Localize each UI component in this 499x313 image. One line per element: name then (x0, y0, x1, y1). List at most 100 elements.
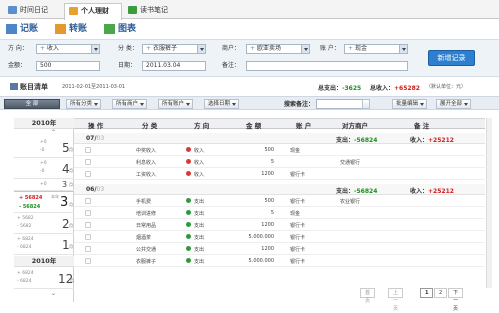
table-row[interactable]: 利息收入 收入 5 交通银行 (74, 157, 485, 168)
day-date: 07/03 (86, 135, 104, 142)
date-input[interactable]: 2011.03.04 (142, 61, 206, 71)
merchant-select[interactable]: + 欧亚卖场 (246, 44, 310, 54)
chevron-down-icon[interactable]: ⌄ (51, 290, 56, 297)
table-row[interactable]: 中奖收入 收入 500 现金 (74, 145, 485, 156)
expand-all-button[interactable]: 展开全部 (436, 99, 472, 109)
row-category: 烟酒茶 (136, 235, 152, 241)
table-row[interactable]: 烟酒茶 支出 5.000.000 银行卡 (74, 232, 485, 243)
row-category: 培训进修 (136, 211, 157, 217)
category-value: 衣服裤子 (153, 45, 178, 52)
amount-input[interactable]: 500 (36, 61, 100, 71)
day-expense-label: 支出： (336, 188, 355, 195)
month-expense: - 6824 (17, 279, 32, 284)
filter-merchant-select[interactable]: 所有商户 (112, 99, 148, 109)
month-item[interactable]: +0 -0 4 月 (14, 158, 74, 179)
row-category: 利息收入 (136, 160, 157, 166)
next-page-button[interactable]: 下一页 (448, 288, 464, 312)
day-group-header[interactable]: 06/03 支出：-56824 收入：+25212 (74, 184, 485, 195)
row-checkbox[interactable] (85, 159, 91, 165)
page-2-button[interactable]: 2 (434, 288, 448, 298)
row-category: 公共交通 (136, 247, 157, 253)
transfer-button[interactable]: 转账 (55, 23, 87, 35)
row-checkbox[interactable] (85, 246, 91, 252)
remark-input[interactable] (246, 61, 408, 71)
merchant-prefix: + (250, 45, 256, 52)
chart-button[interactable]: 图表 (104, 23, 136, 35)
header-merchant: 对方商户 (342, 122, 368, 130)
ledger-title: 账目清单 (10, 82, 48, 92)
date-value: 2011.03.04 (146, 62, 181, 69)
month-unit: 月 (69, 182, 73, 187)
table-row[interactable]: 工资收入 收入 1200 银行卡 (74, 169, 485, 180)
record-label: 记账 (20, 24, 39, 34)
row-checkbox[interactable] (85, 222, 91, 228)
category-select[interactable]: + 衣服裤子 (142, 44, 206, 54)
table-header: 操 作 分 类 方 向 金 额 账 户 对方商户 备 注 (74, 118, 485, 130)
total-income-value: +65282 (394, 85, 420, 92)
row-merchant: 交通银行 (340, 160, 361, 166)
calendar-icon (8, 6, 17, 14)
filter-all-button[interactable]: 全 部 (4, 99, 60, 109)
total-expense: 总支出：-3625 (318, 83, 361, 92)
year-heading: 2010年 (14, 118, 74, 129)
table-row[interactable]: 日常用品 支出 1200 银行卡 (74, 220, 485, 231)
direction-value: 收入 (47, 45, 60, 52)
month-item[interactable]: +0 -0 3 月 (14, 179, 74, 191)
month-item[interactable]: + 6824 - 6824 12 月 (14, 268, 74, 289)
new-record-button[interactable]: 新增记录 (428, 50, 475, 66)
tab-reading-notes[interactable]: 读书笔记 (124, 3, 182, 19)
direction-prefix: + (40, 45, 46, 52)
prev-page-button[interactable]: 上一页 (388, 288, 404, 312)
row-checkbox[interactable] (85, 171, 91, 177)
row-amount: 1200 (261, 222, 274, 228)
filter-date-select[interactable]: 选择日期 (204, 99, 240, 109)
filter-account-select[interactable]: 所有账户 (158, 99, 194, 109)
day-expense-value: -56824 (354, 188, 378, 195)
row-checkbox[interactable] (85, 147, 91, 153)
table-scrollbar[interactable] (486, 118, 492, 288)
total-expense-value: -3625 (342, 85, 362, 92)
day-income: 收入：+25212 (410, 135, 454, 144)
month-number: 3 (62, 180, 68, 189)
month-income: + 6824 (17, 271, 34, 276)
search-remark-label: 搜索备注： (284, 101, 315, 108)
row-checkbox[interactable] (85, 198, 91, 204)
first-page-button[interactable]: 首 页 (360, 288, 376, 304)
row-category: 衣服裤子 (136, 259, 157, 265)
day-group-header[interactable]: 07/03 支出：-56824 收入：+25212 (74, 133, 485, 144)
row-checkbox[interactable] (85, 210, 91, 216)
row-checkbox[interactable] (85, 234, 91, 240)
account-label: 账 户： (320, 45, 340, 52)
record-button[interactable]: 记账 (6, 23, 38, 35)
day-income: 收入：+25212 (410, 186, 454, 195)
month-item-selected[interactable]: + 56824 - 56824 本年 3 月 (14, 191, 74, 213)
row-amount: 5 (270, 159, 274, 165)
row-direction: 支出 (186, 210, 204, 217)
tab-personal-finance[interactable]: 个人理财 (64, 3, 122, 20)
row-amount: 5.000.000 (248, 258, 274, 264)
month-expense: - 6824 (17, 245, 32, 250)
unit-option-link[interactable]: （默认单位：元） (426, 83, 466, 90)
filter-category-select[interactable]: 所有分类 (66, 99, 102, 109)
table-row[interactable]: 手机费 支出 500 银行卡 农业银行 (74, 196, 485, 207)
account-value: 现金 (355, 45, 368, 52)
month-item[interactable]: +0 -0 5 月 (14, 137, 74, 158)
table-row[interactable]: 公共交通 支出 1200 银行卡 (74, 244, 485, 255)
month-item[interactable]: + 6824 - 6824 1 月 (14, 234, 74, 255)
tab-label: 读书笔记 (140, 6, 168, 14)
search-icon[interactable] (362, 99, 370, 109)
day-income-label: 收入： (410, 137, 429, 144)
tab-time-diary[interactable]: 时间日记 (4, 3, 62, 19)
row-account: 现金 (290, 211, 301, 217)
table-row[interactable]: 衣服裤子 支出 5.000.000 银行卡 (74, 256, 485, 267)
page-1-button[interactable]: 1 (420, 288, 434, 298)
row-direction: 支出 (186, 222, 204, 229)
table-row[interactable]: 培训进修 支出 5 现金 (74, 208, 485, 219)
chart-icon (104, 24, 115, 34)
batch-edit-button[interactable]: 批量编辑 (392, 99, 428, 109)
chevron-up-icon[interactable]: ⌃ (51, 129, 56, 136)
month-item[interactable]: + 5682 - 5682 2 月 (14, 213, 74, 234)
account-select[interactable]: + 现金 (344, 44, 408, 54)
direction-select[interactable]: + 收入 (36, 44, 100, 54)
row-checkbox[interactable] (85, 258, 91, 264)
